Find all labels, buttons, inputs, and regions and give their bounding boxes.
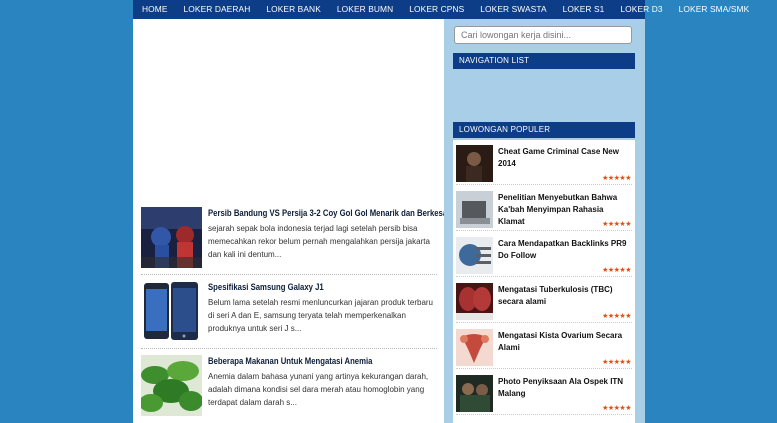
nav-loker-cpns[interactable]: LOKER CPNS [401,0,472,19]
rating-stars: ★★★★★ [602,405,631,412]
nav-home[interactable]: HOME [133,0,176,19]
popular-thumbnail [456,283,493,320]
list-item[interactable]: Cara Mendapatkan Backlinks PR9 Do Follow… [453,234,635,279]
top-navigation: HOME LOKER DAERAH LOKER BANK LOKER BUMN … [133,0,749,19]
list-item[interactable]: Penelitian Menyebutkan Bahwa Ka'bah Meny… [453,188,635,233]
post-thumbnail[interactable] [141,207,202,268]
popular-title[interactable]: Mengatasi Kista Ovarium Secara Alami [498,330,632,354]
nav-loker-sma-smk[interactable]: LOKER SMA/SMK [671,0,758,19]
list-item[interactable]: Photo Penyiksaan Ala Ospek ITN Malang ★★… [453,372,635,417]
nav-loker-s1[interactable]: LOKER S1 [555,0,613,19]
main-content: Persib Bandung VS Persija 3-2 Coy Gol Go… [133,19,444,423]
search-input[interactable] [454,26,632,44]
post-excerpt: Belum lama setelah resmi menluncurkan ja… [208,298,433,333]
nav-loker-bumn[interactable]: LOKER BUMN [329,0,401,19]
rating-stars: ★★★★★ [602,175,631,182]
divider [456,230,632,231]
post-excerpt: Anemia dalam bahasa yunani yang artinya … [208,372,429,407]
sidebar: NAVIGATION LIST LOWONGAN POPULER Cheat G… [444,19,645,423]
list-item[interactable]: Mengatasi Tuberkulosis (TBC) secara alam… [453,280,635,325]
post-thumbnail[interactable] [141,281,202,342]
list-item[interactable]: Mengatasi Kista Ovarium Secara Alami ★★★… [453,326,635,371]
popular-thumbnail [456,237,493,274]
rating-stars: ★★★★★ [602,359,631,366]
popular-jobs-heading: LOWONGAN POPULER [453,122,635,138]
divider [141,274,437,275]
nav-loker-swasta[interactable]: LOKER SWASTA [472,0,554,19]
list-item[interactable]: Cheat Game Criminal Case New 2014 ★★★★★ [453,142,635,187]
post-title[interactable]: Spesifikasi Samsung Galaxy J1 [208,282,406,292]
popular-thumbnail [456,329,493,366]
navigation-list-heading: NAVIGATION LIST [453,53,635,69]
post-excerpt: sejarah sepak bola indonesia terjad lagi… [208,224,430,259]
rating-stars: ★★★★★ [602,221,631,228]
popular-title[interactable]: Photo Penyiksaan Ala Ospek ITN Malang [498,376,632,400]
popular-title[interactable]: Mengatasi Tuberkulosis (TBC) secara alam… [498,284,632,308]
rating-stars: ★★★★★ [602,267,631,274]
post-title[interactable]: Beberapa Makanan Untuk Mengatasi Anemia [208,356,406,366]
nav-loker-bank[interactable]: LOKER BANK [258,0,329,19]
divider [456,276,632,277]
divider [456,322,632,323]
popular-thumbnail [456,191,493,228]
post-thumbnail[interactable] [141,355,202,416]
rating-stars: ★★★★★ [602,313,631,320]
divider [456,414,632,415]
nav-loker-daerah[interactable]: LOKER DAERAH [176,0,259,19]
post-item: Beberapa Makanan Untuk Mengatasi Anemia … [141,355,437,423]
nav-loker-d3[interactable]: LOKER D3 [612,0,670,19]
post-item: Persib Bandung VS Persija 3-2 Coy Gol Go… [141,207,444,279]
popular-list: Cheat Game Criminal Case New 2014 ★★★★★ … [453,140,635,423]
divider [141,348,437,349]
post-item: Spesifikasi Samsung Galaxy J1 Belum lama… [141,281,437,353]
post-title[interactable]: Persib Bandung VS Persija 3-2 Coy Gol Go… [208,208,444,218]
popular-thumbnail [456,375,493,412]
divider [456,184,632,185]
divider [456,368,632,369]
popular-thumbnail [456,145,493,182]
popular-title[interactable]: Cara Mendapatkan Backlinks PR9 Do Follow [498,238,632,262]
popular-title[interactable]: Cheat Game Criminal Case New 2014 [498,146,632,170]
